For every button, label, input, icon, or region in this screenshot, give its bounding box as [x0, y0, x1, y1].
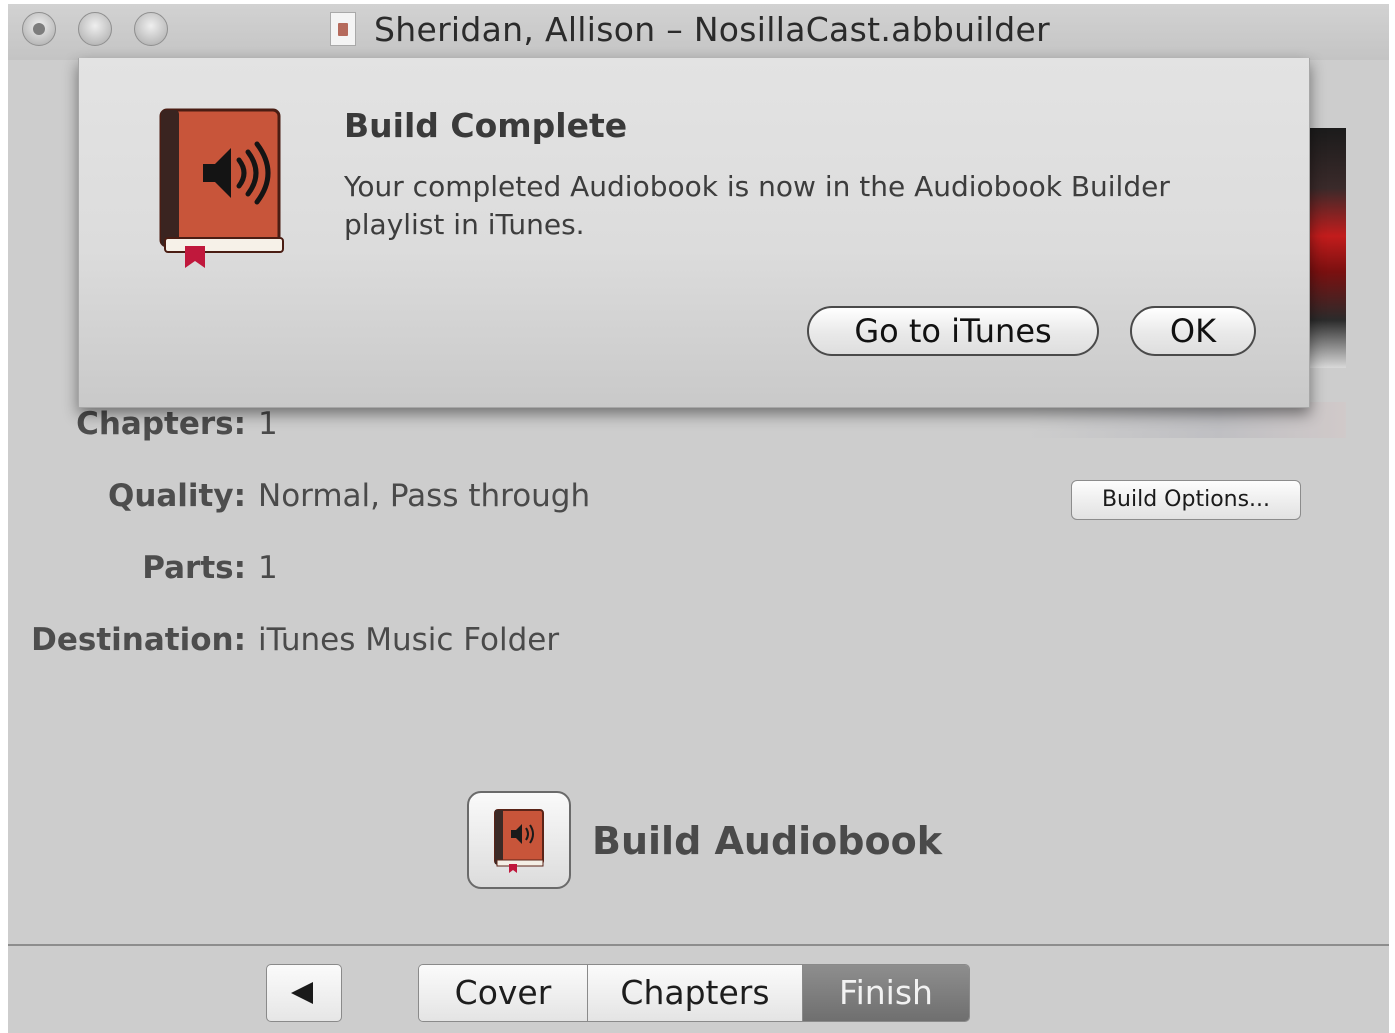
quality-label: Quality: — [107, 478, 246, 514]
build-audiobook-label: Build Audiobook — [592, 819, 942, 863]
app-window: Sheridan, Allison – NosillaCast.abbuilde… — [8, 4, 1389, 1033]
destination-label: Destination: — [31, 622, 246, 658]
go-to-itunes-button[interactable]: Go to iTunes — [807, 306, 1099, 356]
ok-button[interactable]: OK — [1130, 306, 1256, 356]
bottom-navigation-bar: Cover Chapters Finish — [8, 946, 1389, 1033]
chapters-value: 1 — [258, 406, 278, 442]
build-options-button[interactable]: Build Options... — [1071, 480, 1301, 520]
tab-cover[interactable]: Cover — [419, 965, 588, 1021]
document-icon — [330, 12, 356, 46]
build-audiobook-button[interactable] — [467, 791, 571, 889]
parts-label: Parts: — [142, 550, 246, 586]
step-tabs: Cover Chapters Finish — [418, 964, 970, 1022]
chapters-label: Chapters: — [76, 406, 246, 442]
tab-chapters[interactable]: Chapters — [588, 965, 803, 1021]
quality-value: Normal, Pass through — [258, 478, 591, 514]
audiobook-builder-icon — [494, 809, 544, 873]
zoom-window-button[interactable] — [134, 12, 168, 46]
build-complete-dialog: Build Complete Your completed Audiobook … — [78, 58, 1310, 408]
window-title: Sheridan, Allison – NosillaCast.abbuilde… — [374, 10, 1050, 49]
audiobook-builder-icon — [159, 108, 284, 268]
title-bar[interactable]: Sheridan, Allison – NosillaCast.abbuilde… — [8, 4, 1389, 60]
dialog-message: Your completed Audiobook is now in the A… — [344, 170, 1170, 241]
dialog-title: Build Complete — [344, 106, 628, 145]
destination-value: iTunes Music Folder — [258, 622, 560, 658]
close-window-button[interactable] — [22, 12, 56, 46]
tab-finish[interactable]: Finish — [803, 965, 969, 1021]
minimize-window-button[interactable] — [78, 12, 112, 46]
parts-value: 1 — [258, 550, 278, 586]
back-arrow-icon[interactable] — [266, 964, 342, 1022]
